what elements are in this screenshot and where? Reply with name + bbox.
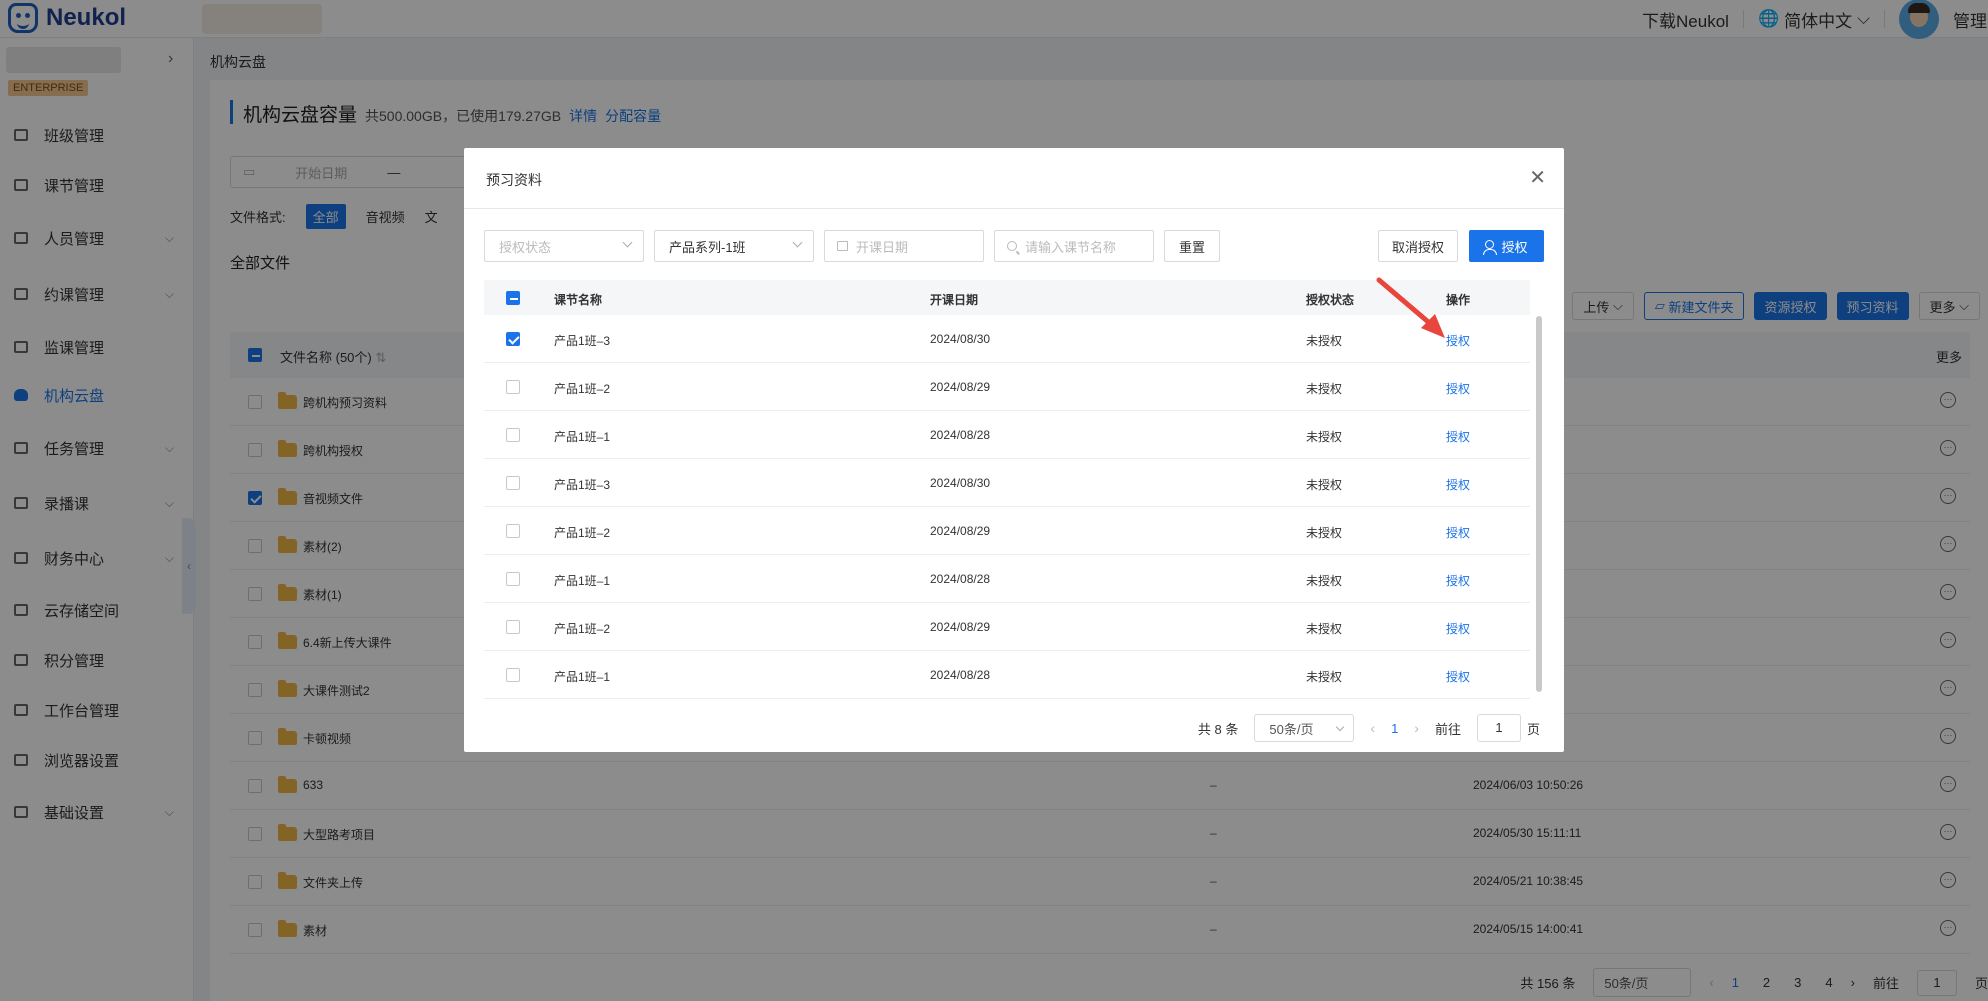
lesson-table: 课节名称 开课日期 授权状态 操作 产品1班–3 2024/08/30 未授权 授权产… — [484, 280, 1530, 699]
row-checkbox[interactable] — [506, 428, 520, 442]
lesson-name: 产品1班–1 — [554, 430, 611, 444]
product-series-select[interactable]: 产品系列-1班 — [654, 230, 814, 262]
preview-material-dialog: 预习资料 ✕ 授权状态 产品系列-1班 开课日期 请输入课节名称 重置 取消授权… — [464, 148, 1564, 752]
row-auth-link[interactable]: 授权 — [1446, 380, 1470, 397]
dialog-pagination: 共 8 条 50条/页 ‹ 1 › 前往 1 页 — [1198, 714, 1540, 742]
dialog-header: 预习资料 ✕ — [464, 148, 1564, 209]
scrollbar[interactable] — [1536, 316, 1542, 692]
lesson-row[interactable]: 产品1班–2 2024/08/29 未授权 授权 — [484, 363, 1530, 411]
lesson-row[interactable]: 产品1班–1 2024/08/28 未授权 授权 — [484, 555, 1530, 603]
row-auth-link[interactable]: 授权 — [1446, 668, 1470, 685]
row-checkbox[interactable] — [506, 476, 520, 490]
course-date: 2024/08/30 — [930, 476, 991, 490]
course-date: 2024/08/29 — [930, 380, 991, 394]
course-date: 2024/08/29 — [930, 524, 991, 538]
total-count: 共 8 条 — [1197, 721, 1239, 737]
current-page[interactable]: 1 — [1391, 721, 1398, 736]
lesson-row[interactable]: 产品1班–1 2024/08/28 未授权 授权 — [484, 651, 1530, 699]
auth-status: 未授权 — [1306, 478, 1343, 492]
auth-status: 未授权 — [1306, 430, 1343, 444]
course-date: 2024/08/28 — [930, 572, 991, 586]
lesson-name: 产品1班–2 — [554, 382, 611, 396]
lesson-name: 产品1班–1 — [554, 670, 611, 684]
row-checkbox[interactable] — [506, 668, 520, 682]
course-date: 2024/08/30 — [930, 332, 991, 346]
row-auth-link[interactable]: 授权 — [1446, 620, 1470, 637]
auth-status-select[interactable]: 授权状态 — [484, 230, 644, 262]
auth-status: 未授权 — [1306, 334, 1343, 348]
auth-status: 未授权 — [1306, 670, 1343, 684]
lesson-row[interactable]: 产品1班–2 2024/08/29 未授权 授权 — [484, 507, 1530, 555]
row-auth-link[interactable]: 授权 — [1446, 572, 1470, 589]
row-auth-link[interactable]: 授权 — [1446, 476, 1470, 493]
course-date: 2024/08/29 — [930, 620, 991, 634]
user-icon — [1483, 239, 1498, 255]
column-course-date: 开课日期 — [930, 293, 979, 307]
column-auth-status: 授权状态 — [1306, 293, 1355, 307]
next-page-icon[interactable]: › — [1414, 720, 1419, 736]
reset-button[interactable]: 重置 — [1164, 230, 1220, 262]
row-auth-link[interactable]: 授权 — [1446, 428, 1470, 445]
column-lesson-name: 课节名称 — [554, 293, 603, 307]
dialog-filters: 授权状态 产品系列-1班 开课日期 请输入课节名称 重置 取消授权 授权 — [484, 230, 1544, 262]
row-auth-link[interactable]: 授权 — [1446, 524, 1470, 541]
close-icon[interactable]: ✕ — [1529, 165, 1546, 190]
auth-status: 未授权 — [1306, 382, 1343, 396]
lesson-row[interactable]: 产品1班–1 2024/08/28 未授权 授权 — [484, 411, 1530, 459]
lesson-name: 产品1班–3 — [554, 334, 611, 348]
dialog-title: 预习资料 — [486, 172, 542, 188]
row-checkbox[interactable] — [506, 620, 520, 634]
lesson-row[interactable]: 产品1班–2 2024/08/29 未授权 授权 — [484, 603, 1530, 651]
row-checkbox[interactable] — [506, 524, 520, 538]
goto-label: 前往 — [1434, 721, 1461, 737]
row-checkbox[interactable] — [506, 380, 520, 394]
cancel-auth-button[interactable]: 取消授权 — [1378, 230, 1458, 262]
lesson-search-input[interactable]: 请输入课节名称 — [994, 230, 1154, 262]
row-checkbox[interactable] — [506, 572, 520, 586]
prev-page-icon[interactable]: ‹ — [1370, 720, 1375, 736]
lesson-name: 产品1班–2 — [554, 622, 611, 636]
lesson-table-body: 产品1班–3 2024/08/30 未授权 授权 产品1班–2 2024/08/29 未授权… — [484, 315, 1530, 699]
chevron-down-icon — [792, 237, 803, 248]
lesson-table-header: 课节名称 开课日期 授权状态 操作 — [484, 280, 1530, 315]
auth-status: 未授权 — [1306, 622, 1343, 636]
course-date-picker[interactable]: 开课日期 — [824, 230, 984, 262]
page-size-select[interactable]: 50条/页 — [1254, 714, 1355, 742]
chevron-down-icon — [622, 237, 633, 248]
lesson-name: 产品1班–3 — [554, 478, 611, 492]
course-date: 2024/08/28 — [930, 668, 991, 682]
goto-page-input[interactable]: 1 — [1476, 714, 1521, 742]
select-all-checkbox[interactable] — [506, 291, 520, 305]
page-unit: 页 — [1526, 721, 1540, 737]
course-date: 2024/08/28 — [930, 428, 991, 442]
auth-status: 未授权 — [1306, 526, 1343, 540]
auth-status: 未授权 — [1306, 574, 1343, 588]
row-checkbox[interactable] — [506, 332, 520, 346]
lesson-name: 产品1班–1 — [554, 574, 611, 588]
lesson-name: 产品1班–2 — [554, 526, 611, 540]
auth-button[interactable]: 授权 — [1469, 230, 1544, 262]
annotation-arrow-icon — [1376, 277, 1445, 338]
lesson-row[interactable]: 产品1班–3 2024/08/30 未授权 授权 — [484, 315, 1530, 363]
calendar-icon — [837, 241, 848, 251]
lesson-row[interactable]: 产品1班–3 2024/08/30 未授权 授权 — [484, 459, 1530, 507]
search-icon — [1007, 241, 1017, 251]
